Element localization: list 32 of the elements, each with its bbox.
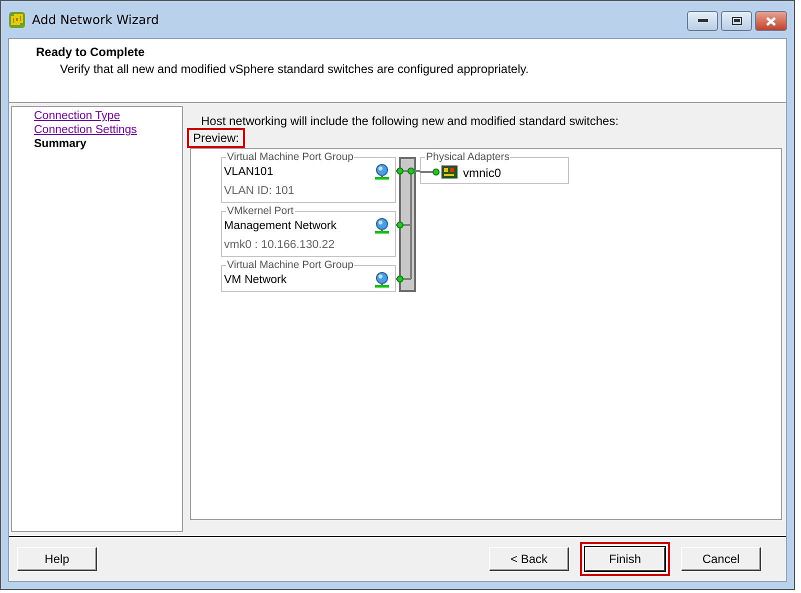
port-group-type: Virtual Machine Port Group bbox=[226, 259, 354, 271]
network-globe-icon bbox=[374, 272, 390, 288]
wizard-button[interactable]: Cancel bbox=[681, 547, 761, 571]
wizard-button[interactable]: Help bbox=[17, 547, 97, 571]
close-button[interactable] bbox=[755, 11, 787, 31]
window-title: Add Network Wizard bbox=[32, 12, 159, 27]
network-globe-icon bbox=[374, 218, 390, 234]
intro-text: Host networking will include the following new and modified standard switches: bbox=[200, 114, 620, 128]
wizard-button[interactable]: < Back bbox=[489, 547, 569, 571]
maximize-icon bbox=[732, 17, 742, 25]
minimize-button[interactable] bbox=[687, 11, 718, 31]
port-group-type: VMkernel Port bbox=[226, 205, 295, 217]
app-logo-icon bbox=[8, 10, 26, 28]
page-subtitle: Verify that all new and modified vSphere standard switches are configured appropriately. bbox=[59, 62, 530, 76]
port-group-detail: vmk0 : 10.166.130.22 bbox=[224, 239, 335, 251]
preview-label: Preview: bbox=[187, 128, 246, 148]
page-title: Ready to Complete bbox=[36, 45, 146, 59]
network-card-icon bbox=[420, 165, 458, 179]
port-group-name: VM Network bbox=[224, 274, 287, 286]
step-link[interactable]: Summary bbox=[34, 138, 86, 150]
port-group-detail: VLAN ID: 101 bbox=[224, 185, 294, 197]
port-group-name: Management Network bbox=[224, 220, 336, 232]
network-globe-icon bbox=[374, 164, 390, 180]
close-icon bbox=[766, 16, 776, 26]
minimize-icon bbox=[698, 19, 708, 23]
port-group-name: VLAN101 bbox=[224, 166, 274, 178]
step-link[interactable]: Connection Settings bbox=[34, 124, 137, 136]
adapter-name: vmnic0 bbox=[463, 166, 502, 180]
maximize-button[interactable] bbox=[721, 11, 752, 31]
step-link[interactable]: Connection Type bbox=[34, 110, 120, 122]
physical-adapters-label: Physical Adapters bbox=[425, 151, 510, 163]
port-group-type: Virtual Machine Port Group bbox=[226, 151, 354, 163]
